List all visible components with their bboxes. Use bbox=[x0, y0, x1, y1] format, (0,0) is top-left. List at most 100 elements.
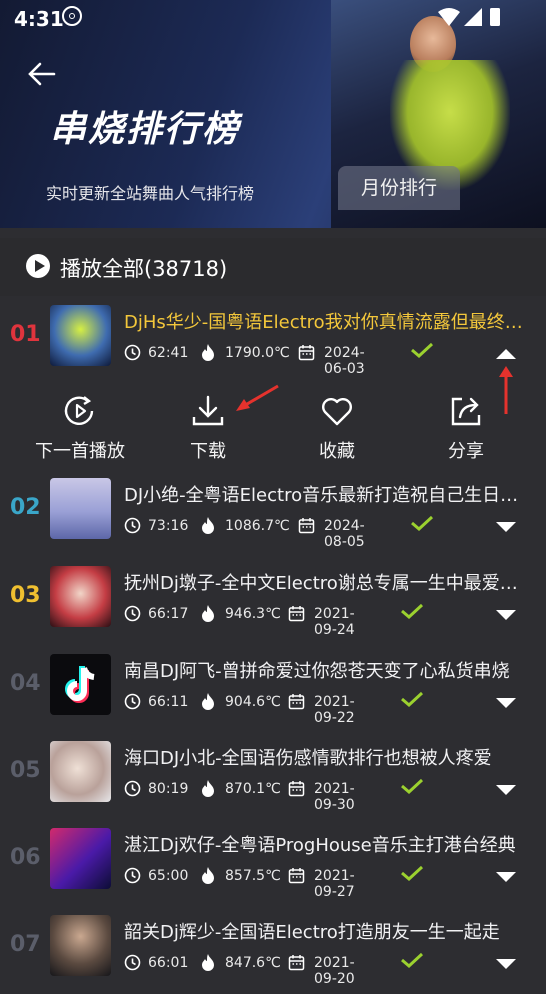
header-banner: 4:31 串烧排行榜 实时更新全站舞曲人气排行榜 月份排行 bbox=[0, 0, 546, 228]
song-cover[interactable] bbox=[50, 741, 111, 802]
clock-icon bbox=[124, 954, 141, 971]
release-date: 2024-06-03 bbox=[324, 345, 365, 377]
song-row[interactable]: 01 DjHs华少-国粤语Electro我对你真情流露但最终得到是痛苦 62:4… bbox=[0, 296, 546, 384]
heat: 1086.7℃ bbox=[225, 518, 290, 534]
duration: 66:01 bbox=[148, 955, 189, 971]
expand-down-icon[interactable] bbox=[496, 784, 516, 796]
status-time: 4:31 bbox=[14, 7, 64, 31]
check-icon bbox=[401, 952, 424, 968]
page-subtitle: 实时更新全站舞曲人气排行榜 bbox=[46, 184, 255, 203]
expand-down-icon[interactable] bbox=[496, 958, 516, 970]
clock-icon bbox=[124, 867, 141, 884]
song-row[interactable]: 06 湛江Dj欢仔-全粤语ProgHouse音乐主打港台经典 65:00 857… bbox=[0, 819, 546, 907]
rank-number: 04 bbox=[10, 671, 41, 696]
fire-icon bbox=[202, 344, 214, 361]
check-icon bbox=[401, 691, 424, 707]
fire-icon bbox=[202, 605, 214, 622]
song-title[interactable]: 南昌DJ阿飞-曾拼命爱过你怨苍天变了心私货串烧 bbox=[124, 657, 524, 683]
song-row[interactable]: 07 韶关Dj辉少-全国语Electro打造朋友一生一起走 66:01 847.… bbox=[0, 906, 546, 994]
rank-number: 06 bbox=[10, 845, 41, 870]
clock-icon bbox=[124, 780, 141, 797]
heat: 904.6℃ bbox=[225, 694, 281, 710]
rank-number: 05 bbox=[10, 758, 41, 783]
play-all-bar[interactable]: 播放全部(38718) bbox=[0, 238, 546, 296]
release-date: 2024-08-05 bbox=[324, 518, 365, 550]
heat: 857.5℃ bbox=[225, 868, 281, 884]
expand-down-icon[interactable] bbox=[496, 871, 516, 883]
calendar-icon bbox=[298, 518, 315, 534]
heat: 847.6℃ bbox=[225, 955, 281, 971]
check-icon bbox=[401, 865, 424, 881]
back-arrow-icon[interactable] bbox=[24, 56, 60, 92]
play-next-label: 下一首播放 bbox=[35, 441, 125, 462]
calendar-icon bbox=[288, 694, 305, 710]
favorite-button[interactable]: 收藏 bbox=[282, 383, 392, 463]
rank-number: 03 bbox=[10, 583, 41, 608]
song-cover[interactable] bbox=[50, 654, 111, 715]
song-title[interactable]: DjHs华少-国粤语Electro我对你真情流露但最终得到是痛苦 bbox=[124, 308, 524, 334]
expand-down-icon[interactable] bbox=[496, 609, 516, 621]
song-title[interactable]: 海口DJ小北-全国语伤感情歌排行也想被人疼爱 bbox=[124, 744, 524, 770]
fire-icon bbox=[202, 954, 214, 971]
calendar-icon bbox=[288, 781, 305, 797]
clock-icon bbox=[124, 517, 141, 534]
calendar-icon bbox=[288, 955, 305, 971]
download-label: 下载 bbox=[190, 441, 226, 462]
song-title[interactable]: 抚州Dj墩子-全中文Electro谢总专属一生中最爱的人 bbox=[124, 569, 524, 595]
collapse-up-icon[interactable] bbox=[496, 348, 516, 360]
release-date: 2021-09-27 bbox=[314, 868, 355, 900]
share-label: 分享 bbox=[448, 441, 484, 462]
media-disc-icon bbox=[62, 6, 82, 26]
heart-icon bbox=[322, 398, 352, 426]
share-icon bbox=[451, 397, 481, 426]
song-row[interactable]: 04 南昌DJ阿飞-曾拼命爱过你怨苍天变了心私货串烧 66:11 904.6℃ bbox=[0, 645, 546, 733]
release-date: 2021-09-24 bbox=[314, 606, 355, 638]
play-next-button[interactable]: 下一首播放 bbox=[25, 383, 135, 463]
release-date: 2021-09-22 bbox=[314, 694, 355, 726]
song-title[interactable]: 湛江Dj欢仔-全粤语ProgHouse音乐主打港台经典 bbox=[124, 831, 524, 857]
check-icon bbox=[411, 515, 434, 531]
rank-number: 07 bbox=[10, 932, 41, 957]
play-circle-icon[interactable] bbox=[26, 254, 50, 278]
play-all-label[interactable]: 播放全部(38718) bbox=[60, 253, 227, 283]
annotation-arrow-icon bbox=[499, 366, 513, 414]
fire-icon bbox=[202, 867, 214, 884]
duration: 62:41 bbox=[148, 345, 189, 361]
fire-icon bbox=[202, 517, 214, 534]
clock-icon bbox=[124, 605, 141, 622]
duration: 65:00 bbox=[148, 868, 189, 884]
favorite-label: 收藏 bbox=[319, 441, 355, 462]
check-icon bbox=[401, 603, 424, 619]
release-date: 2021-09-30 bbox=[314, 781, 355, 813]
heat: 870.1℃ bbox=[225, 781, 281, 797]
fire-icon bbox=[202, 693, 214, 710]
song-row[interactable]: 02 DJ小绝-全粤语Electro音乐最新打造祝自己生日快乐 73:16 10… bbox=[0, 469, 546, 557]
duration: 66:17 bbox=[148, 606, 189, 622]
song-cover[interactable] bbox=[50, 828, 111, 889]
expand-down-icon[interactable] bbox=[496, 521, 516, 533]
page-title: 串烧排行榜 bbox=[50, 109, 241, 150]
song-title[interactable]: DJ小绝-全粤语Electro音乐最新打造祝自己生日快乐 bbox=[124, 481, 524, 507]
month-ranking-button[interactable]: 月份排行 bbox=[338, 166, 460, 210]
check-icon bbox=[411, 342, 434, 358]
status-icons bbox=[438, 8, 500, 26]
song-row[interactable]: 05 海口DJ小北-全国语伤感情歌排行也想被人疼爱 80:19 870.1℃ 2… bbox=[0, 732, 546, 820]
song-row[interactable]: 03 抚州Dj墩子-全中文Electro谢总专属一生中最爱的人 66:17 94… bbox=[0, 557, 546, 645]
song-cover[interactable] bbox=[50, 305, 111, 366]
song-cover[interactable] bbox=[50, 566, 111, 627]
rank-number: 02 bbox=[10, 495, 41, 520]
duration: 66:11 bbox=[148, 694, 189, 710]
expand-down-icon[interactable] bbox=[496, 697, 516, 709]
status-bar: 4:31 bbox=[0, 0, 546, 36]
calendar-icon bbox=[288, 868, 305, 884]
download-icon bbox=[192, 395, 224, 426]
song-cover[interactable] bbox=[50, 478, 111, 539]
heat: 946.3℃ bbox=[225, 606, 281, 622]
check-icon bbox=[401, 778, 424, 794]
release-date: 2021-09-20 bbox=[314, 955, 355, 987]
signal-icon bbox=[464, 8, 482, 26]
song-title[interactable]: 韶关Dj辉少-全国语Electro打造朋友一生一起走 bbox=[124, 918, 524, 944]
song-cover[interactable] bbox=[50, 915, 111, 976]
clock-icon bbox=[124, 693, 141, 710]
expanded-actions: 下一首播放 下载 收藏 分享 bbox=[0, 383, 546, 469]
